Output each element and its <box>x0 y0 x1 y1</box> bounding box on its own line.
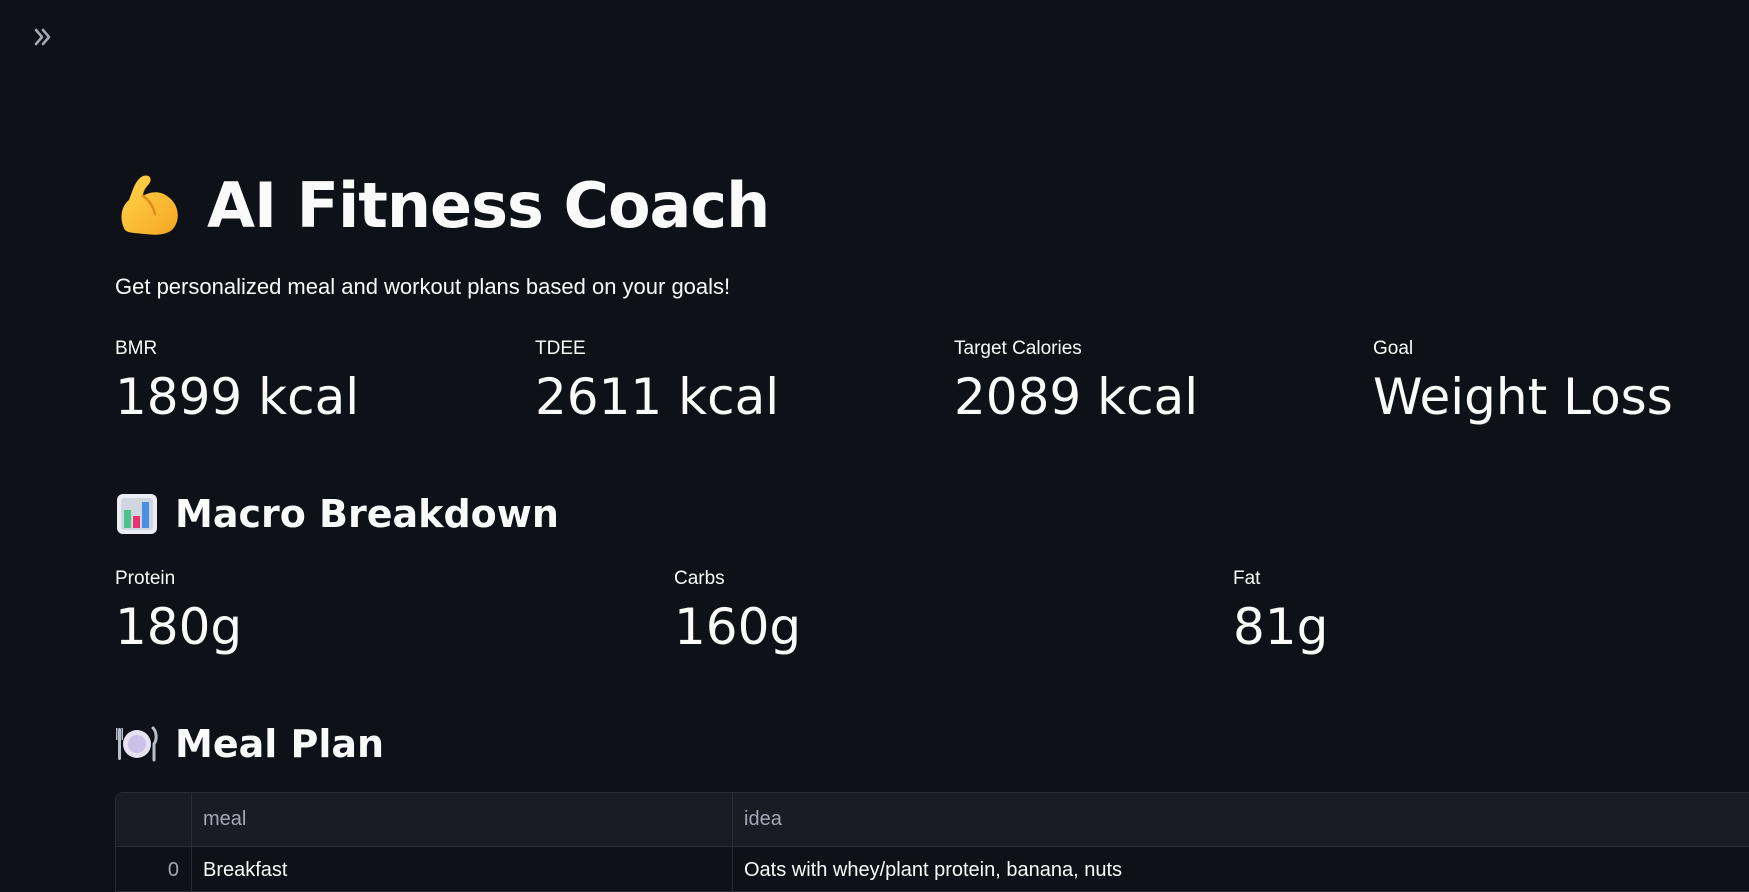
flexed-biceps-icon <box>121 175 178 235</box>
metric-value: 2089 kcal <box>954 368 1199 426</box>
metric-tdee: TDEE 2611 kcal <box>535 338 779 425</box>
metric-label: Fat <box>1233 568 1261 589</box>
metric-label: Protein <box>115 568 176 589</box>
metric-label: Target Calories <box>954 338 1082 359</box>
metric-label: Carbs <box>674 568 725 589</box>
metric-value: 81g <box>1233 598 1329 656</box>
row-index-cell[interactable]: 0 <box>116 847 192 891</box>
sidebar-expand-button[interactable] <box>22 18 64 56</box>
section-title: Meal Plan <box>175 722 385 766</box>
meal-cell[interactable]: Breakfast <box>192 847 733 891</box>
metric-target-calories: Target Calories 2089 kcal <box>954 338 1198 425</box>
page-subtitle: Get personalized meal and workout plans … <box>115 274 731 299</box>
table-row: 0 Breakfast Oats with whey/plant protein… <box>116 847 1749 891</box>
meal-plan-heading: Meal Plan <box>115 716 384 772</box>
page-title: AI Fitness Coach <box>207 168 770 242</box>
macro-protein: Protein 180g <box>115 568 242 655</box>
macro-carbs: Carbs 160g <box>674 568 801 655</box>
section-title: Macro Breakdown <box>175 492 559 536</box>
title-row: AI Fitness Coach <box>115 160 770 250</box>
column-header-index[interactable] <box>116 793 192 846</box>
metric-label: Goal <box>1373 338 1414 359</box>
table-header-row: meal idea <box>116 793 1749 847</box>
metric-goal: Goal Weight Loss <box>1373 338 1673 425</box>
macro-fat: Fat 81g <box>1233 568 1328 655</box>
metric-value: 160g <box>674 598 802 656</box>
plate-with-cutlery-icon <box>116 726 158 762</box>
idea-cell[interactable]: Oats with whey/plant protein, banana, nu… <box>733 847 1749 891</box>
column-header-meal[interactable]: meal <box>192 793 733 846</box>
metric-value: 180g <box>115 598 243 656</box>
metric-bmr: BMR 1899 kcal <box>115 338 359 425</box>
metric-label: BMR <box>115 338 158 359</box>
double-chevron-right-icon <box>34 28 51 46</box>
meal-plan-table[interactable]: meal idea 0 Breakfast Oats with whey/pla… <box>115 792 1749 892</box>
main-content: AI Fitness Coach Get personalized meal a… <box>115 0 1749 892</box>
bar-chart-icon <box>117 494 157 534</box>
metric-value: Weight Loss <box>1373 368 1673 426</box>
macro-breakdown-heading: Macro Breakdown <box>115 486 559 542</box>
column-header-idea[interactable]: idea <box>733 793 1749 846</box>
metric-value: 2611 kcal <box>535 368 780 426</box>
metric-value: 1899 kcal <box>115 368 360 426</box>
metric-label: TDEE <box>535 338 586 359</box>
